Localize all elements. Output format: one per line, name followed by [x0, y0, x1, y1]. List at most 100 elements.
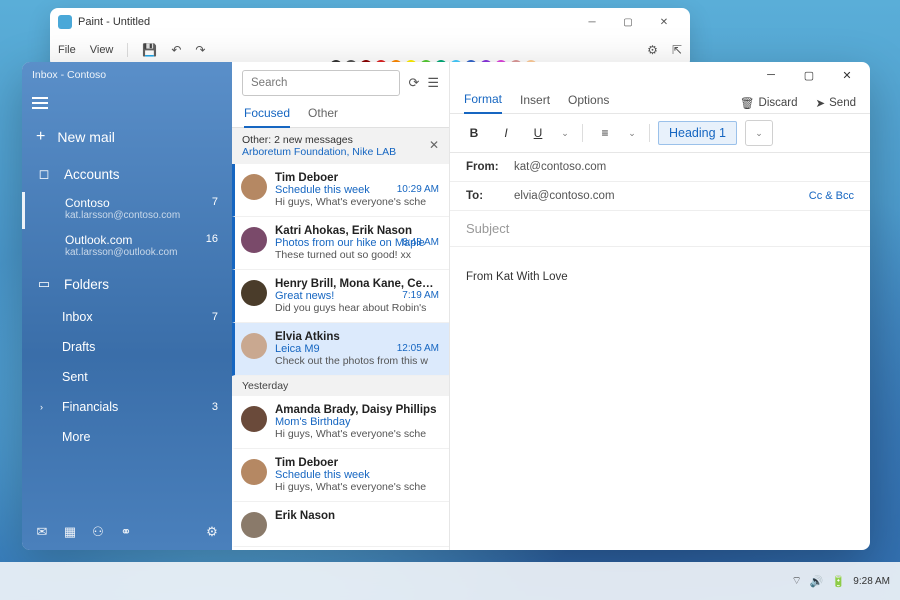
- avatar: [241, 512, 267, 538]
- folder-drafts[interactable]: Drafts: [22, 332, 232, 362]
- wifi-icon[interactable]: ⌔: [792, 574, 802, 588]
- hamburger-icon[interactable]: [22, 88, 232, 118]
- paint-menu-view[interactable]: View: [90, 44, 114, 56]
- italic-button[interactable]: I: [492, 120, 520, 146]
- maximize-button[interactable]: ▢: [610, 8, 646, 36]
- folder-icon: ▭: [36, 276, 52, 292]
- folder-sent[interactable]: Sent: [22, 362, 232, 392]
- message-sender: Henry Brill, Mona Kane, Cecil Fo: [275, 278, 439, 290]
- to-value[interactable]: elvia@contoso.com: [514, 190, 615, 202]
- account-email: kat.larsson@contoso.com: [65, 210, 218, 221]
- paint-window: Paint - Untitled ─ ▢ ✕ File View 💾 ↶ ↷ ⚙…: [50, 8, 690, 68]
- save-icon[interactable]: 💾: [142, 43, 157, 57]
- message-sender: Elvia Atkins: [275, 331, 439, 343]
- tab-focused[interactable]: Focused: [244, 106, 290, 128]
- minimize-button[interactable]: ─: [574, 8, 610, 36]
- unread-badge: 7: [212, 311, 218, 323]
- from-row: From: kat@contoso.com: [450, 153, 870, 182]
- tab-format[interactable]: Format: [464, 92, 502, 114]
- tab-other[interactable]: Other: [308, 106, 338, 127]
- close-button[interactable]: ✕: [646, 8, 682, 36]
- message-time: 7:19 AM: [402, 290, 439, 301]
- attachment-icon[interactable]: ⚭: [118, 524, 134, 540]
- message-time: 10:29 AM: [397, 184, 439, 195]
- volume-icon[interactable]: 🔊: [810, 575, 824, 588]
- person-icon: ◻: [36, 166, 52, 182]
- share-icon[interactable]: ⇱: [672, 43, 682, 57]
- chevron-down-icon[interactable]: ⌄: [623, 120, 641, 146]
- message-subject: Mom's Birthday: [275, 416, 439, 428]
- people-icon[interactable]: ⚇: [90, 524, 106, 540]
- style-label: Heading 1: [669, 126, 726, 140]
- paint-app-icon: [58, 15, 72, 29]
- folder-more[interactable]: More: [22, 422, 232, 452]
- cc-bcc-button[interactable]: Cc & Bcc: [809, 190, 854, 202]
- discard-button[interactable]: 🗑Discard: [740, 96, 798, 110]
- new-mail-label: New mail: [57, 129, 115, 145]
- taskbar[interactable]: ⌔ 🔊 🔋 9:28 AM: [0, 562, 900, 600]
- close-button[interactable]: ✕: [828, 62, 866, 88]
- message-item[interactable]: Amanda Brady, Daisy Phillips Mom's Birth…: [232, 396, 449, 449]
- from-value[interactable]: kat@contoso.com: [514, 161, 606, 173]
- undo-icon[interactable]: ↶: [171, 43, 181, 57]
- message-item[interactable]: Henry Brill, Mona Kane, Cecil Fo Great n…: [232, 270, 449, 323]
- subject-input[interactable]: Subject: [450, 211, 870, 247]
- style-selector[interactable]: Heading 1: [658, 121, 737, 145]
- sync-icon[interactable]: ⟳: [408, 75, 419, 91]
- from-label: From:: [466, 161, 514, 173]
- mail-icon[interactable]: ✉: [34, 524, 50, 540]
- folder-financials[interactable]: ›Financials3: [22, 392, 232, 422]
- send-label: Send: [829, 97, 856, 109]
- account-contoso[interactable]: Contoso kat.larsson@contoso.com 7: [22, 192, 232, 229]
- filter-icon[interactable]: ☰: [427, 75, 439, 91]
- maximize-button[interactable]: ▢: [790, 62, 828, 88]
- window-title: Inbox - Contoso: [22, 62, 232, 88]
- folders-label: Folders: [64, 277, 109, 292]
- date-separator: Yesterday: [232, 376, 449, 396]
- message-preview: Check out the photos from this w: [275, 355, 439, 367]
- bold-button[interactable]: B: [460, 120, 488, 146]
- sidebar: Inbox - Contoso + New mail ◻ Accounts Co…: [22, 62, 232, 550]
- tab-insert[interactable]: Insert: [520, 93, 550, 113]
- other-banner[interactable]: Other: 2 new messages Arboretum Foundati…: [232, 128, 449, 164]
- chevron-down-icon[interactable]: ⌄: [745, 120, 773, 146]
- underline-button[interactable]: U: [524, 120, 552, 146]
- trash-icon: 🗑: [740, 96, 755, 110]
- folders-header[interactable]: ▭ Folders: [22, 266, 232, 302]
- compose-body[interactable]: From Kat With Love: [450, 247, 870, 307]
- folder-inbox[interactable]: Inbox7: [22, 302, 232, 332]
- battery-icon[interactable]: 🔋: [832, 575, 846, 588]
- chevron-down-icon[interactable]: ⌄: [556, 120, 574, 146]
- unread-badge: 7: [212, 196, 218, 208]
- redo-icon[interactable]: ↷: [195, 43, 205, 57]
- bullet-list-button[interactable]: ≡: [591, 120, 619, 146]
- paint-menu-file[interactable]: File: [58, 44, 76, 56]
- account-outlook[interactable]: Outlook.com kat.larsson@outlook.com 16: [22, 229, 232, 266]
- message-item[interactable]: Erik Nason: [232, 502, 449, 547]
- new-mail-button[interactable]: + New mail: [22, 118, 232, 156]
- tab-options[interactable]: Options: [568, 93, 609, 113]
- send-button[interactable]: ➤Send: [816, 96, 857, 110]
- message-sender: Tim Deboer: [275, 457, 439, 469]
- minimize-button[interactable]: ─: [752, 62, 790, 88]
- mail-window: Inbox - Contoso + New mail ◻ Accounts Co…: [22, 62, 870, 550]
- message-item[interactable]: Tim Deboer Schedule this week Hi guys, W…: [232, 449, 449, 502]
- folder-label: Sent: [62, 370, 88, 384]
- avatar: [241, 174, 267, 200]
- message-item[interactable]: Elvia Atkins Leica M9 Check out the phot…: [232, 323, 449, 376]
- avatar: [241, 406, 267, 432]
- folder-label: Financials: [62, 400, 118, 414]
- message-item[interactable]: Katri Ahokas, Erik Nason Photos from our…: [232, 217, 449, 270]
- unread-badge: 3: [212, 401, 218, 413]
- accounts-header[interactable]: ◻ Accounts: [22, 156, 232, 192]
- calendar-icon[interactable]: ▦: [62, 524, 78, 540]
- clock[interactable]: 9:28 AM: [853, 576, 890, 587]
- search-input[interactable]: Search: [242, 70, 400, 96]
- message-sender: Amanda Brady, Daisy Phillips: [275, 404, 439, 416]
- send-icon: ➤: [816, 96, 826, 110]
- close-icon[interactable]: ✕: [429, 138, 439, 152]
- gear-icon[interactable]: ⚙: [204, 524, 220, 540]
- message-item[interactable]: Tim Deboer Schedule this week Hi guys, W…: [232, 164, 449, 217]
- avatar: [241, 459, 267, 485]
- settings-icon[interactable]: ⚙: [647, 43, 658, 57]
